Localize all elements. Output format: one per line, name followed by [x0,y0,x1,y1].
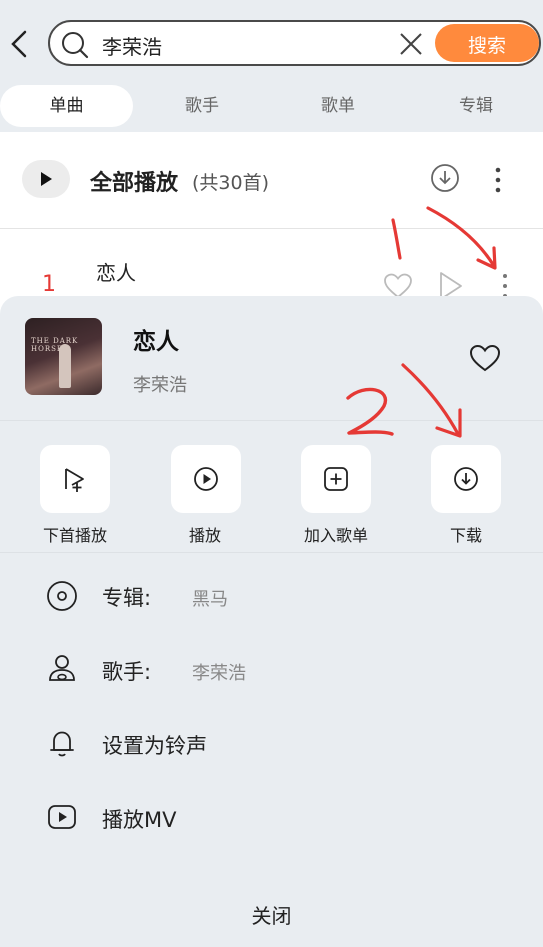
divider [0,420,543,421]
album-row-label[interactable]: 专辑: [102,582,151,612]
action-add-playlist-label: 加入歌单 [303,526,368,545]
search-button[interactable]: 搜索 [435,24,539,62]
more-options-icon[interactable] [488,166,508,194]
tab-playlists[interactable]: 歌单 [272,85,404,127]
play-all-label[interactable]: 全部播放 [90,165,178,197]
play-circle-icon [194,467,218,491]
search-box[interactable]: 李荣浩 搜索 [48,20,541,66]
action-download-label: 下载 [449,526,482,545]
search-input[interactable]: 李荣浩 [102,31,162,60]
play-icon [41,172,52,186]
ringtone-row-label[interactable]: 设置为铃声 [102,730,207,760]
add-to-playlist-icon [324,467,348,491]
action-download[interactable] [431,445,501,513]
action-play-next[interactable] [40,445,110,513]
clear-icon[interactable] [398,31,424,57]
song-rank: 1 [42,272,56,297]
download-icon [454,467,478,491]
tab-artists[interactable]: 歌手 [136,85,268,127]
album-cover: THE DARK HORSE [25,318,102,395]
song-title[interactable]: 恋人 [96,257,136,286]
sheet-song-title: 恋人 [133,329,179,355]
singer-row-label[interactable]: 歌手: [102,656,151,686]
sheet-artist: 李荣浩 [133,375,187,396]
action-play-next-label: 下首播放 [42,526,107,545]
back-arrow-icon[interactable] [6,26,32,62]
tab-songs[interactable]: 单曲 [0,85,133,127]
play-all-button[interactable] [22,160,70,198]
singer-row-value[interactable]: 李荣浩 [192,659,246,685]
action-play-label: 播放 [188,526,221,545]
mv-play-icon [48,805,76,829]
bell-icon [50,731,74,757]
favorite-heart-icon[interactable] [468,342,502,374]
search-icon [62,32,89,59]
divider [0,228,543,229]
singer-icon [49,655,75,681]
tab-albums[interactable]: 专辑 [410,85,542,127]
close-button[interactable]: 关闭 [0,900,543,929]
mv-row-label[interactable]: 播放MV [102,804,176,834]
cover-figure [59,344,71,388]
divider [0,552,543,553]
album-row-value[interactable]: 黑马 [192,585,228,611]
category-tabs: 单曲 歌手 歌单 专辑 [0,82,543,130]
song-options-sheet: THE DARK HORSE 恋人 李荣浩 下首播放 播放 加入歌单 下载 专辑… [0,296,543,947]
play-next-icon [65,468,84,492]
song-count: (共30首) [192,172,270,194]
download-all-icon[interactable] [430,163,460,193]
top-bar: 李荣浩 搜索 [0,0,543,82]
album-disc-icon [47,581,77,611]
action-play[interactable] [171,445,241,513]
action-add-playlist[interactable] [301,445,371,513]
